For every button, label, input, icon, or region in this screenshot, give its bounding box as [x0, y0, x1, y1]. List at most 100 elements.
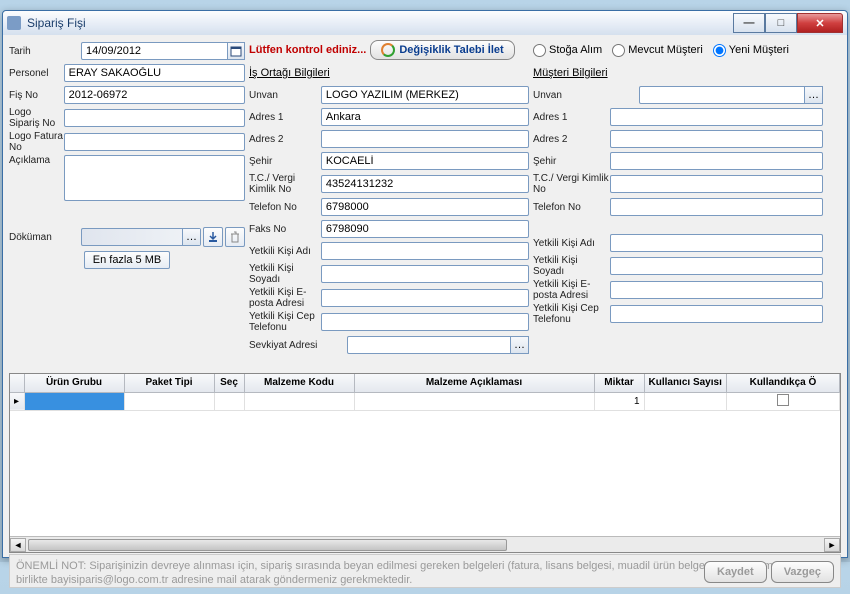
horizontal-scrollbar[interactable]: ◄ ► — [10, 536, 840, 552]
c-contactsurname-label: Yetkili Kişi Soyadı — [533, 255, 610, 277]
window-title: Sipariş Fişi — [27, 16, 733, 30]
order-slip-window: Sipariş Fişi — □ ✕ Tarih — [2, 10, 848, 558]
col-pay-as-use[interactable]: Kullandıkça Ö — [726, 374, 839, 392]
cancel-button[interactable]: Vazgeç — [771, 561, 834, 583]
document-label: Döküman — [9, 232, 81, 243]
close-button[interactable]: ✕ — [797, 13, 843, 33]
description-input[interactable] — [64, 155, 245, 201]
slip-no-input[interactable] — [64, 86, 245, 104]
p-addr1-input[interactable] — [321, 108, 529, 126]
refresh-icon — [381, 43, 395, 57]
c-contactsurname-input[interactable] — [610, 257, 823, 275]
personnel-input[interactable] — [64, 64, 245, 82]
c-contactname-input[interactable] — [610, 234, 823, 252]
p-addr2-input[interactable] — [321, 130, 529, 148]
p-contactmobile-input[interactable] — [321, 313, 529, 331]
scroll-left-button[interactable]: ◄ — [10, 538, 26, 552]
document-browse-button[interactable]: … — [182, 229, 200, 245]
col-select[interactable]: Seç — [214, 374, 244, 392]
p-phone-label: Telefon No — [249, 202, 321, 213]
scroll-thumb[interactable] — [28, 539, 507, 551]
col-quantity[interactable]: Miktar — [594, 374, 644, 392]
radio-stock[interactable]: Stoğa Alım — [533, 44, 602, 57]
p-contactname-label: Yetkili Kişi Adı — [249, 246, 321, 257]
p-contactsurname-input[interactable] — [321, 265, 529, 283]
cell-package-type[interactable] — [124, 392, 214, 410]
c-city-input[interactable] — [610, 152, 823, 170]
cell-select[interactable] — [214, 392, 244, 410]
p-tax-label: T.C./ Vergi Kimlik No — [249, 173, 321, 195]
p-title-label: Unvan — [249, 90, 321, 101]
col-package-type[interactable]: Paket Tipi — [124, 374, 214, 392]
c-contactname-label: Yetkili Kişi Adı — [533, 238, 610, 249]
c-title-label: Unvan — [533, 90, 639, 101]
cell-material-desc[interactable] — [354, 392, 594, 410]
maximize-button[interactable]: □ — [765, 13, 797, 33]
p-city-input[interactable] — [321, 152, 529, 170]
c-addr1-input[interactable] — [610, 108, 823, 126]
shipping-browse-button[interactable]: … — [511, 336, 529, 354]
cell-quantity[interactable]: 1 — [594, 392, 644, 410]
logo-order-no-input[interactable] — [64, 109, 245, 127]
customer-tab[interactable]: Müşteri Bilgileri — [533, 67, 608, 79]
p-contactname-input[interactable] — [321, 242, 529, 260]
change-request-button[interactable]: Değişiklik Talebi İlet — [370, 40, 514, 60]
p-title-input[interactable] — [321, 86, 529, 104]
col-material-desc[interactable]: Malzeme Açıklaması — [354, 374, 594, 392]
col-material-code[interactable]: Malzeme Kodu — [244, 374, 354, 392]
change-request-label: Değişiklik Talebi İlet — [399, 44, 503, 56]
col-user-count[interactable]: Kullanıcı Sayısı — [644, 374, 726, 392]
save-button[interactable]: Kaydet — [704, 561, 767, 583]
scroll-right-button[interactable]: ► — [824, 538, 840, 552]
c-phone-input[interactable] — [610, 198, 823, 216]
logo-order-no-label: Logo Sipariş No — [9, 107, 64, 129]
cell-product-group[interactable] — [24, 392, 124, 410]
delete-icon[interactable] — [225, 227, 245, 247]
c-tax-input[interactable] — [610, 175, 823, 193]
c-contactmobile-input[interactable] — [610, 305, 823, 323]
left-panel: Tarih Personel Fiş No — [9, 41, 245, 357]
logo-invoice-no-label: Logo Fatura No — [9, 131, 64, 153]
document-field[interactable]: … — [81, 228, 201, 246]
customer-browse-button[interactable]: … — [805, 86, 823, 104]
slip-no-label: Fiş No — [9, 90, 64, 101]
checkbox-icon[interactable] — [777, 394, 789, 406]
cell-material-code[interactable] — [244, 392, 354, 410]
c-addr1-label: Adres 1 — [533, 112, 610, 123]
p-tax-input[interactable] — [321, 175, 529, 193]
important-note: ÖNEMLİ NOT: Siparişinizin devreye alınma… — [9, 554, 841, 588]
date-input[interactable] — [81, 42, 245, 60]
table-row[interactable]: ▸ 1 — [10, 392, 840, 410]
minimize-button[interactable]: — — [733, 13, 765, 33]
p-contactsurname-label: Yetkili Kişi Soyadı — [249, 263, 321, 285]
col-product-group[interactable]: Ürün Grubu — [24, 374, 124, 392]
logo-invoice-no-input[interactable] — [64, 133, 245, 151]
product-grid[interactable]: Ürün Grubu Paket Tipi Seç Malzeme Kodu M… — [9, 373, 841, 553]
c-title-input[interactable] — [639, 86, 805, 104]
scroll-track[interactable] — [26, 538, 824, 552]
note-text: ÖNEMLİ NOT: Siparişinizin devreye alınma… — [16, 560, 818, 586]
p-shipping-input[interactable] — [347, 336, 511, 354]
p-city-label: Şehir — [249, 156, 321, 167]
current-row-indicator: ▸ — [10, 392, 24, 410]
titlebar[interactable]: Sipariş Fişi — □ ✕ — [3, 11, 847, 35]
radio-existing[interactable]: Mevcut Müşteri — [612, 44, 703, 57]
p-addr2-label: Adres 2 — [249, 134, 321, 145]
p-phone-input[interactable] — [321, 198, 529, 216]
max-size-button[interactable]: En fazla 5 MB — [84, 251, 170, 269]
cell-pay-as-use[interactable] — [726, 392, 839, 410]
download-icon[interactable] — [203, 227, 223, 247]
c-addr2-input[interactable] — [610, 130, 823, 148]
c-phone-label: Telefon No — [533, 202, 610, 213]
calendar-icon[interactable] — [227, 42, 245, 60]
cell-user-count[interactable] — [644, 392, 726, 410]
radio-new[interactable]: Yeni Müşteri — [713, 44, 789, 57]
c-tax-label: T.C./ Vergi Kimlik No — [533, 173, 610, 195]
date-label: Tarih — [9, 46, 81, 57]
c-addr2-label: Adres 2 — [533, 134, 610, 145]
partner-tab[interactable]: İş Ortağı Bilgileri — [249, 67, 330, 79]
warning-text: Lütfen kontrol ediniz... — [249, 44, 366, 56]
c-contactemail-input[interactable] — [610, 281, 823, 299]
p-contactemail-input[interactable] — [321, 289, 529, 307]
p-fax-input[interactable] — [321, 220, 529, 238]
